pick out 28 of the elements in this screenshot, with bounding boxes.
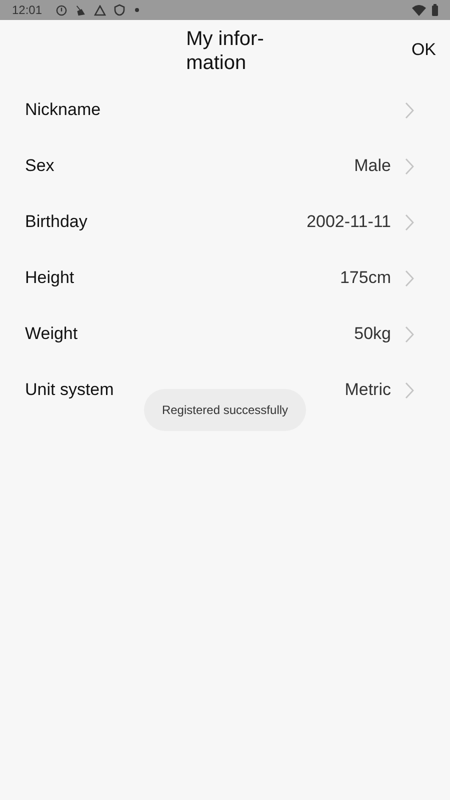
item-label: Unit system bbox=[25, 379, 114, 402]
chevron-icon bbox=[405, 214, 414, 230]
alert-icon bbox=[56, 4, 68, 16]
item-label: Birthday bbox=[25, 211, 88, 234]
shield-icon bbox=[114, 4, 126, 16]
item-label: Sex bbox=[25, 155, 54, 178]
wifi-icon bbox=[412, 4, 426, 16]
chevron-icon bbox=[405, 326, 414, 342]
item-label: Height bbox=[25, 267, 74, 290]
item-label: Weight bbox=[25, 323, 78, 346]
clock-time: 12:01 bbox=[12, 2, 42, 19]
item-label: Nickname bbox=[25, 99, 101, 122]
item-value: 175cm bbox=[340, 267, 391, 290]
ok-button[interactable]: OK bbox=[411, 37, 436, 62]
warning-icon bbox=[94, 4, 106, 16]
page-title: My infor- mation bbox=[186, 27, 264, 75]
broom-icon bbox=[75, 4, 86, 16]
item-value: Male bbox=[354, 155, 391, 178]
toast-message: Registered successfully bbox=[144, 389, 306, 431]
item-value: 50kg bbox=[354, 323, 391, 346]
chevron-icon bbox=[405, 270, 414, 286]
dot-icon bbox=[135, 8, 140, 12]
battery-icon bbox=[432, 4, 438, 16]
chevron-icon bbox=[405, 382, 414, 398]
chevron-icon bbox=[405, 158, 414, 174]
chevron-icon bbox=[405, 102, 414, 118]
item-value: 2002-11-11 bbox=[306, 211, 391, 234]
item-value: Metric bbox=[344, 379, 391, 402]
